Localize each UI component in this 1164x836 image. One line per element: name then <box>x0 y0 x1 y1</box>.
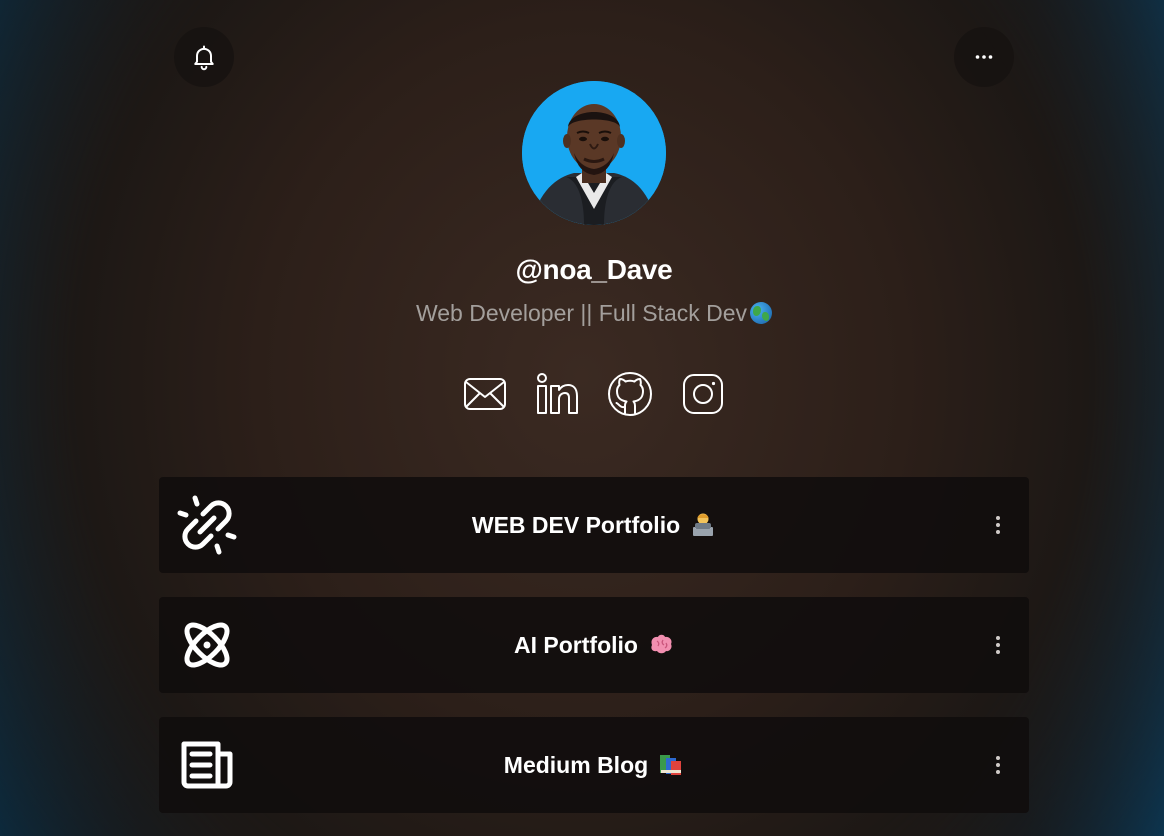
link-card-ai-portfolio[interactable]: AI Portfolio <box>159 597 1029 693</box>
profile-bio: Web Developer || Full Stack Dev <box>0 300 1164 327</box>
more-vertical-icon <box>996 516 1000 534</box>
link-card-web-dev-portfolio[interactable]: WEB DEV Portfolio <box>159 477 1029 573</box>
more-horizontal-icon <box>975 55 993 59</box>
link-card-menu-button[interactable] <box>987 513 1009 537</box>
email-icon <box>464 378 506 410</box>
instagram-icon <box>683 374 723 414</box>
link-card-menu-button[interactable] <box>987 753 1009 777</box>
profile-page: @noa_Dave Web Developer || Full Stack De… <box>0 0 1164 836</box>
more-options-button[interactable] <box>954 27 1014 87</box>
profile-username: @noa_Dave <box>515 254 673 285</box>
instagram-link[interactable] <box>676 367 730 421</box>
link-card-menu-button[interactable] <box>987 633 1009 657</box>
link-card-title-row: WEB DEV Portfolio <box>159 477 1029 573</box>
link-card-title-row: AI Portfolio <box>159 597 1029 693</box>
link-card-title: Medium Blog <box>503 752 649 778</box>
avatar-photo <box>522 81 666 225</box>
email-link[interactable] <box>458 367 512 421</box>
more-vertical-icon <box>996 756 1000 774</box>
technologist-emoji <box>693 513 714 536</box>
globe-icon <box>750 302 773 324</box>
books-emoji <box>660 755 682 775</box>
notifications-button[interactable] <box>174 27 234 87</box>
profile-bio-text: Web Developer || Full Stack Dev <box>415 300 748 326</box>
link-card-title-row: Medium Blog <box>159 717 1029 813</box>
brain-emoji <box>651 634 672 654</box>
linkedin-icon <box>537 373 578 414</box>
social-links <box>458 367 730 421</box>
more-vertical-icon <box>996 636 1000 654</box>
bell-icon <box>194 45 214 71</box>
link-card-title: WEB DEV Portfolio <box>471 512 681 538</box>
linkedin-link[interactable] <box>530 367 584 421</box>
github-icon <box>608 372 652 416</box>
link-card-title: AI Portfolio <box>514 632 638 658</box>
link-card-medium-blog[interactable]: Medium Blog <box>159 717 1029 813</box>
github-link[interactable] <box>603 367 657 421</box>
avatar <box>522 81 666 225</box>
